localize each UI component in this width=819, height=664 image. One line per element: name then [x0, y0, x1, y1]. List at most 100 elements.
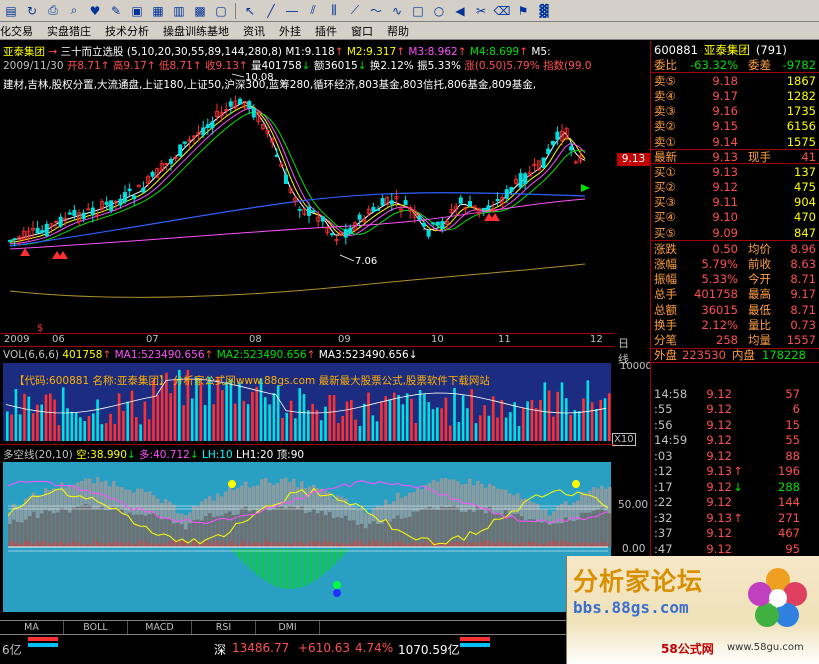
indicator-inner-bar: [476, 506, 480, 547]
pencil-icon[interactable]: ✎: [107, 2, 125, 19]
menu-hunt[interactable]: 实盘猎庄: [47, 23, 91, 39]
candle-body: [67, 212, 72, 215]
volume-bar: [427, 402, 430, 441]
app-window: ▤ ↻ ⎙ ⌕ ♥ ✎ ▣ ▦ ▥ ▩ ▢ ↖ ╱ ― ⫽ ⫼ ⟋ 〜 ∿ □ …: [0, 0, 819, 664]
tick-price: 9.13: [706, 510, 732, 525]
menu-analysis[interactable]: 技术分析: [105, 23, 149, 39]
volume-bar: [294, 418, 297, 441]
volume-bar: [479, 415, 482, 441]
stat-value: 8.71: [790, 302, 816, 317]
menu-window[interactable]: 窗口: [351, 23, 373, 39]
wave-icon[interactable]: 〜: [367, 2, 385, 19]
tick-volume: 57: [785, 386, 800, 401]
volume-bar: [319, 420, 323, 441]
ellipse-icon[interactable]: ○: [430, 2, 448, 19]
volume-bar: [109, 413, 112, 441]
tab-ma[interactable]: MA: [0, 621, 64, 634]
menu-plugin-ext[interactable]: 外挂: [279, 23, 301, 39]
stock-title: 亚泰集团: [703, 42, 750, 57]
hline-icon[interactable]: ―: [283, 2, 301, 19]
tick-list[interactable]: 14:58 9.12 57:55 9.12 6:56 9.12 15 14:59 9.12 55:…: [651, 386, 819, 572]
indicator-inner-bar: [592, 510, 596, 547]
menu-trade[interactable]: 化交易: [0, 23, 33, 39]
search-icon[interactable]: ⌕: [65, 2, 83, 19]
indicator-inner-bar: [608, 513, 612, 547]
color-icon[interactable]: ▓: [535, 2, 553, 19]
rect-icon[interactable]: □: [409, 2, 427, 19]
tab-rsi[interactable]: RSI: [192, 621, 256, 634]
chart-area[interactable]: 亚泰集团 → 三十而立选股 (5,10,20,30,55,89,144,280,…: [0, 41, 658, 622]
indicator-chart[interactable]: [0, 462, 615, 622]
cursor-icon[interactable]: ↖: [241, 2, 259, 19]
date-axis: 2009 06 07 08 09 10 11 12: [0, 333, 615, 345]
candle-body: [329, 233, 334, 235]
volume-bar: [276, 385, 280, 441]
text-icon[interactable]: ✂: [472, 2, 490, 19]
sell-row[interactable]: 卖② 9.15 6156: [651, 119, 819, 134]
sell-row[interactable]: 卖③ 9.16 1735: [651, 104, 819, 119]
book-icon[interactable]: ▣: [128, 2, 146, 19]
buy-row[interactable]: 买① 9.13 137: [651, 164, 819, 179]
menu-news[interactable]: 资讯: [243, 23, 265, 39]
sell-row[interactable]: 卖④ 9.17 1282: [651, 88, 819, 103]
flag-icon[interactable]: ⚑: [514, 2, 532, 19]
fan-icon[interactable]: ⟋: [346, 2, 364, 19]
indicator-inner-bar: [256, 512, 260, 547]
vlines-icon[interactable]: ⫼: [325, 2, 343, 19]
tab-macd[interactable]: MACD: [128, 621, 192, 634]
candle-body: [435, 221, 440, 226]
menu-help[interactable]: 帮助: [387, 23, 409, 39]
chart-icon[interactable]: ▤: [2, 2, 20, 19]
eraser-icon[interactable]: ⌫: [493, 2, 511, 19]
indicator-inner-bar: [152, 513, 156, 547]
buy-row[interactable]: 买③ 9.11 904: [651, 195, 819, 210]
refresh-icon[interactable]: ↻: [23, 2, 41, 19]
line-icon[interactable]: ╱: [262, 2, 280, 19]
buy-row[interactable]: 买④ 9.10 470: [651, 210, 819, 225]
heart-icon[interactable]: ♥: [86, 2, 104, 19]
tick-time: :37: [654, 526, 673, 541]
channel-icon[interactable]: ⫽: [304, 2, 322, 19]
candle-body: [127, 188, 132, 192]
volume-bar: [139, 424, 142, 441]
volume-bar: [87, 415, 91, 441]
buy-row[interactable]: 买⑤ 9.09 847: [651, 225, 819, 240]
candle-body: [297, 209, 302, 211]
candle-body: [237, 98, 242, 105]
grid-icon[interactable]: ▥: [170, 2, 188, 19]
volume-bar: [255, 386, 258, 441]
print-icon[interactable]: ⎙: [44, 2, 62, 19]
indicator-inner-bar: [416, 511, 420, 547]
volume-bar: [328, 394, 332, 441]
order-price: 9.17: [712, 88, 738, 103]
volume-bar: [104, 423, 108, 441]
volume-bar: [603, 398, 607, 441]
menu-plugin[interactable]: 插件: [315, 23, 337, 39]
bar-chart-icon[interactable]: ▩: [191, 2, 209, 19]
calc-icon[interactable]: ▦: [149, 2, 167, 19]
buy-row[interactable]: 买② 9.12 475: [651, 180, 819, 195]
tab-dmi[interactable]: DMI: [256, 621, 320, 634]
indicator-inner-bar: [120, 508, 124, 547]
weibi-value: -63.32%: [690, 58, 738, 73]
arrow-icon[interactable]: ◀: [451, 2, 469, 19]
candlestick-chart[interactable]: 10.08 7.06 $: [0, 41, 615, 341]
stat-label: 均量: [748, 332, 771, 347]
stat-value: 9.17: [790, 287, 816, 302]
sine-icon[interactable]: ∿: [388, 2, 406, 19]
tick-row: :32 9.13 ↑ 271: [651, 510, 819, 526]
order-price: 9.16: [712, 104, 738, 119]
stat-value: 36015: [701, 302, 738, 317]
volume-scale-unit[interactable]: X10: [612, 433, 636, 446]
stat-row: 振幅 5.33% 今开 8.71: [651, 272, 819, 287]
quote-panel: 600881 亚泰集团 (791) 委比 -63.32% 委差 -9782 卖⑤…: [650, 41, 819, 621]
menu-training[interactable]: 操盘训练基地: [163, 23, 229, 39]
candle-body: [251, 108, 256, 118]
tab-boll[interactable]: BOLL: [64, 621, 128, 634]
stat-value: 1557: [786, 332, 816, 347]
window-icon[interactable]: ▢: [212, 2, 230, 19]
sell-row[interactable]: 卖⑤ 9.18 1867: [651, 73, 819, 88]
sell-row[interactable]: 卖① 9.14 1575: [651, 134, 819, 149]
indicator-inner-bar: [604, 511, 608, 547]
weibi-label: 委比: [654, 58, 677, 73]
